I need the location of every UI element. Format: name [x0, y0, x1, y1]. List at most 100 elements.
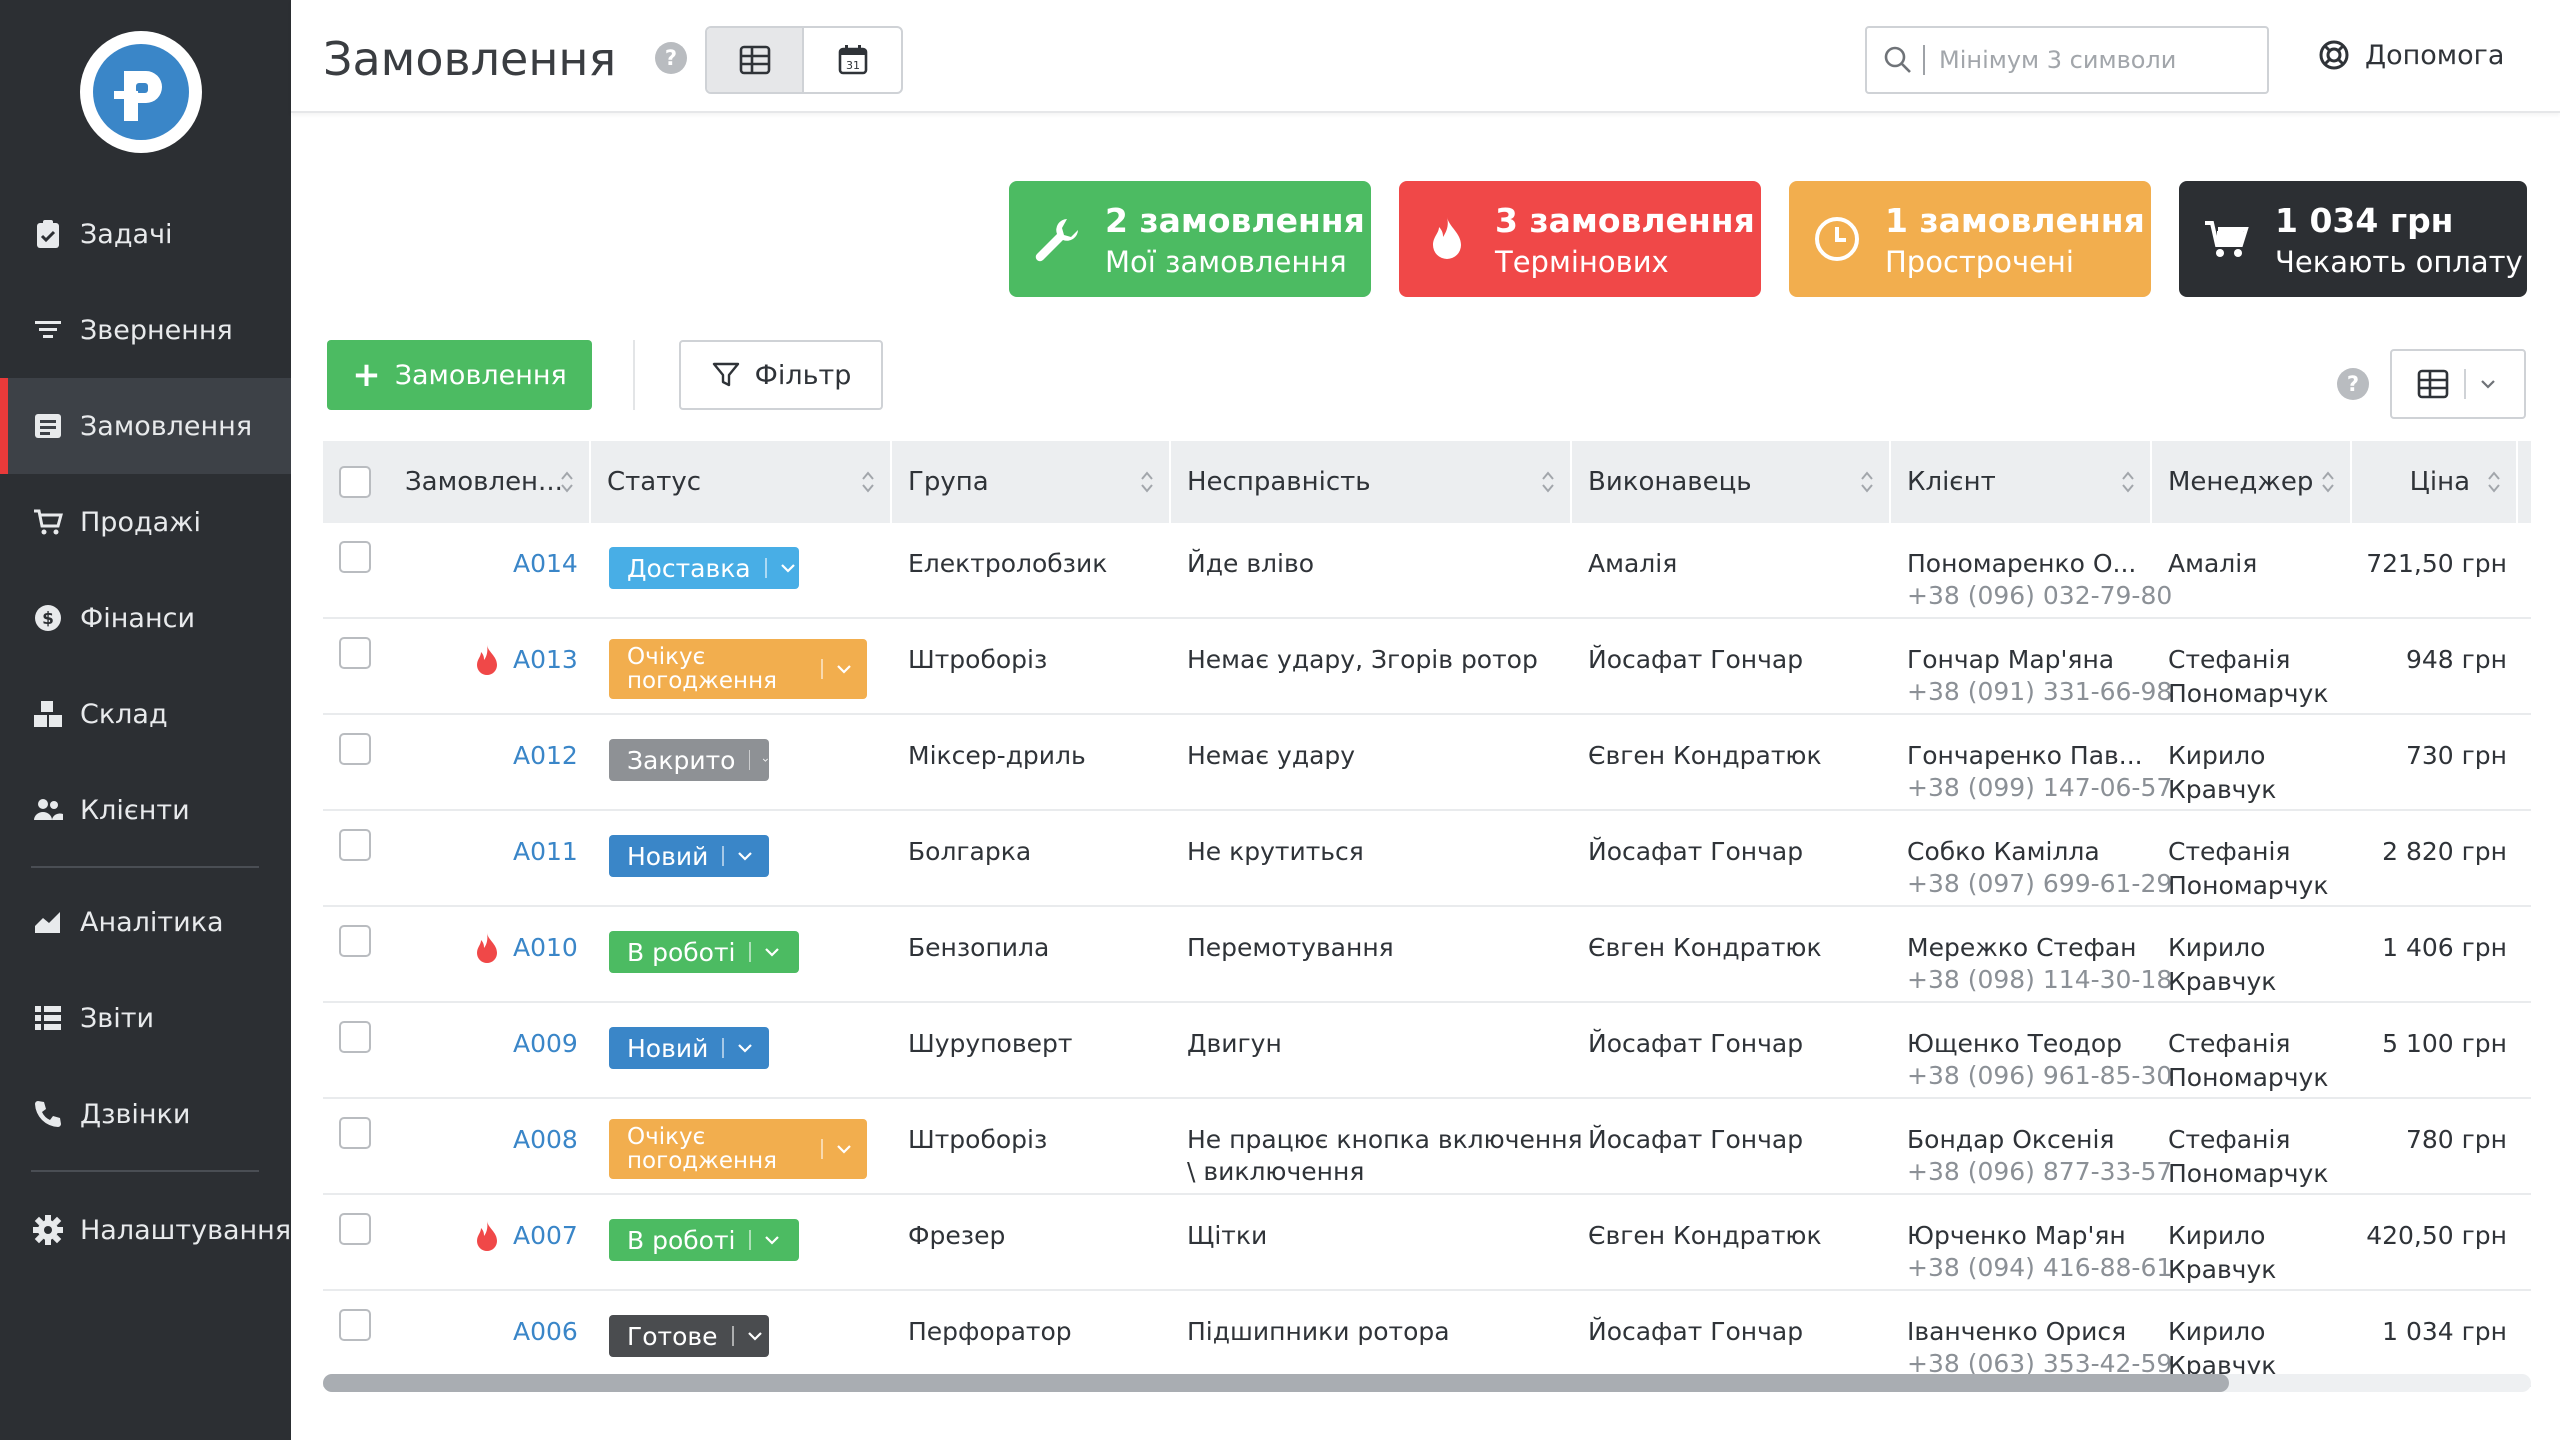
group-cell: Шуруповерт	[908, 1029, 1073, 1058]
chevron-down-icon	[2481, 380, 2495, 389]
table-row[interactable]: A011 Новий Болгарка Не крутиться Йосафат Гон…	[323, 811, 2531, 907]
horizontal-scrollbar[interactable]	[323, 1374, 2531, 1392]
sort-icon	[2122, 471, 2134, 493]
manager-cell: Кирило	[2168, 1221, 2266, 1250]
row-checkbox[interactable]	[339, 1213, 371, 1245]
search-input[interactable]	[1939, 46, 2239, 74]
row-checkbox[interactable]	[339, 1117, 371, 1149]
status-label: Закрито	[627, 745, 736, 775]
card-awaiting-payment[interactable]: 1 034 грн Чекають оплату	[2179, 181, 2527, 297]
column-header-label: Виконавець	[1588, 467, 1752, 497]
card-subtitle: Чекають оплату	[2275, 245, 2523, 279]
column-header-client[interactable]: Клієнт	[1891, 441, 2152, 523]
order-number-link[interactable]: A009	[513, 1027, 578, 1061]
app-logo[interactable]	[80, 31, 202, 153]
order-number-link[interactable]: A008	[513, 1123, 578, 1157]
table-row[interactable]: A006 Готове Перфоратор Підшипники ротора Йос…	[323, 1291, 2531, 1387]
column-header-order[interactable]: Замовлен...	[391, 441, 591, 523]
status-dropdown[interactable]: Готове	[609, 1315, 769, 1357]
sidebar-item-calls[interactable]: Дзвінки	[0, 1066, 291, 1162]
table-row[interactable]: A012 Закрито Міксер-дриль Немає удару Євген …	[323, 715, 2531, 811]
row-checkbox[interactable]	[339, 1309, 371, 1341]
sidebar-item-finance[interactable]: $ Фінанси	[0, 570, 291, 666]
table-row[interactable]: A009 Новий Шуруповерт Двигун Йосафат Гончар Ю…	[323, 1003, 2531, 1099]
column-header-label: Замовлен...	[405, 467, 563, 497]
row-checkbox[interactable]	[339, 733, 371, 765]
column-header-label: Статус	[607, 467, 702, 497]
status-dropdown[interactable]: Новий	[609, 1027, 769, 1069]
order-number-link[interactable]: A013	[513, 643, 578, 677]
row-checkbox[interactable]	[339, 925, 371, 957]
sidebar-item-orders[interactable]: Замовлення	[0, 378, 291, 474]
order-number-link[interactable]: A011	[513, 835, 578, 869]
table-row[interactable]: A010 В роботі Бензопила Перемотування Євген …	[323, 907, 2531, 1003]
order-number-link[interactable]: A007	[513, 1219, 578, 1253]
status-dropdown[interactable]: Очікує погодження	[609, 1119, 867, 1179]
table-row[interactable]: A014 Доставка Електролобзик Йде вліво Амалія…	[323, 523, 2531, 619]
table-row[interactable]: A008 Очікує погодження Штроборіз Не працює …	[323, 1099, 2531, 1195]
column-header-manager[interactable]: Менеджер	[2152, 441, 2352, 523]
order-number-link[interactable]: A012	[513, 739, 578, 773]
card-urgent[interactable]: 3 замовлення Термінових	[1399, 181, 1761, 297]
sidebar-item-requests[interactable]: Звернення	[0, 282, 291, 378]
group-cell: Болгарка	[908, 837, 1032, 866]
sidebar-item-tasks[interactable]: Задачі	[0, 186, 291, 282]
row-checkbox[interactable]	[339, 637, 371, 669]
fault-cell: Не крутиться	[1187, 837, 1364, 866]
row-checkbox[interactable]	[339, 829, 371, 861]
status-dropdown[interactable]: В роботі	[609, 931, 799, 973]
card-my-orders[interactable]: 2 замовлення Мої замовлення	[1009, 181, 1371, 297]
page-help-icon[interactable]: ?	[655, 42, 687, 74]
column-header-status[interactable]: Статус	[591, 441, 892, 523]
sidebar-item-settings[interactable]: Налаштування	[0, 1182, 291, 1278]
order-number-link[interactable]: A010	[513, 931, 578, 965]
order-number-link[interactable]: A014	[513, 547, 578, 581]
row-checkbox[interactable]	[339, 1021, 371, 1053]
order-form-icon	[31, 409, 65, 443]
chevron-down-icon	[837, 1145, 851, 1154]
sidebar-item-label: Клієнти	[80, 794, 190, 826]
fault-cell: Немає удару, Згорів ротор	[1187, 645, 1538, 674]
status-dropdown[interactable]: Закрито	[609, 739, 769, 781]
status-dropdown[interactable]: Новий	[609, 835, 769, 877]
column-header-group[interactable]: Група	[892, 441, 1171, 523]
table-row[interactable]: A007 В роботі Фрезер Щітки Євген Кондратюк Юр…	[323, 1195, 2531, 1291]
status-dropdown[interactable]: В роботі	[609, 1219, 799, 1261]
client-name-cell: Гончаренко Пав...	[1907, 741, 2143, 770]
order-number-link[interactable]: A006	[513, 1315, 578, 1349]
sort-icon	[1861, 471, 1873, 493]
sidebar-item-clients[interactable]: Клієнти	[0, 762, 291, 858]
sidebar-item-analytics[interactable]: Аналітика	[0, 874, 291, 970]
sidebar-item-sales[interactable]: Продажі	[0, 474, 291, 570]
group-cell: Перфоратор	[908, 1317, 1072, 1346]
row-checkbox[interactable]	[339, 541, 371, 573]
columns-settings-button[interactable]	[2390, 349, 2526, 419]
card-overdue[interactable]: 1 замовлення Прострочені	[1789, 181, 2151, 297]
calendar-view-button[interactable]: 31	[804, 28, 901, 92]
add-order-button[interactable]: + Замовлення	[327, 340, 592, 410]
card-subtitle: Термінових	[1495, 245, 1669, 279]
column-header-fault[interactable]: Несправність	[1171, 441, 1572, 523]
status-dropdown[interactable]: Очікує погодження	[609, 639, 867, 699]
card-title: 1 034 грн	[2275, 201, 2454, 240]
sidebar-item-warehouse[interactable]: Склад	[0, 666, 291, 762]
card-subtitle: Мої замовлення	[1105, 245, 1347, 279]
plus-icon: +	[352, 355, 381, 395]
table-view-button[interactable]	[707, 28, 805, 92]
scrollbar-thumb[interactable]	[323, 1374, 2229, 1392]
column-header-price[interactable]: Ціна	[2352, 441, 2518, 523]
fault-cell: Двигун	[1187, 1029, 1282, 1058]
status-dropdown[interactable]: Доставка	[609, 547, 799, 589]
filter-button[interactable]: Фільтр	[679, 340, 883, 410]
fire-icon	[1433, 217, 1461, 259]
client-name-cell: Гончар Мар'яна	[1907, 645, 2115, 674]
table-help-icon[interactable]: ?	[2337, 368, 2369, 400]
funnel-icon	[712, 362, 739, 387]
table-row[interactable]: A013 Очікує погодження Штроборіз Немає удар…	[323, 619, 2531, 715]
help-link[interactable]: Допомога	[2317, 38, 2504, 72]
select-all-checkbox[interactable]	[339, 466, 371, 498]
sidebar-item-reports[interactable]: Звіти	[0, 970, 291, 1066]
column-header-executor[interactable]: Виконавець	[1572, 441, 1891, 523]
fault-cell: Підшипники ротора	[1187, 1317, 1450, 1346]
manager-cell: Стефанія	[2168, 837, 2291, 866]
